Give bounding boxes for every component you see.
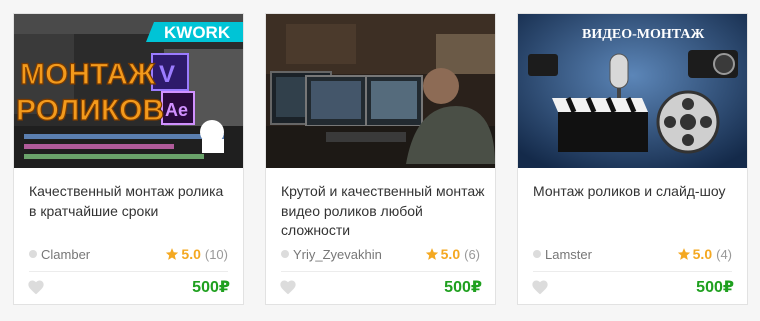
montage-promo-image: KWORK V Ae МОНТАЖ РОЛИКОВ — [14, 14, 243, 168]
review-count: (4) — [716, 246, 732, 262]
rating: 5.0 (6) — [425, 246, 480, 262]
seller[interactable]: Clamber — [29, 247, 90, 262]
star-icon — [425, 248, 438, 260]
gig-thumbnail[interactable]: ВИДЕО-МОНТАЖ — [518, 14, 747, 168]
gig-meta: Yriy_Zyevakhin 5.0 (6) — [281, 245, 480, 263]
card-divider — [281, 271, 480, 272]
gig-title[interactable]: Качественный монтаж ролика в кратчайшие … — [29, 182, 234, 221]
gig-price: 500₽ — [192, 279, 230, 296]
review-count: (6) — [464, 246, 480, 262]
gig-card[interactable]: ВИДЕО-МОНТАЖ Монтаж роликов и слайд-шоу … — [517, 13, 748, 305]
gig-title[interactable]: Монтаж роликов и слайд-шоу — [533, 182, 738, 202]
card-divider — [533, 271, 732, 272]
seller-name[interactable]: Clamber — [41, 247, 90, 262]
seller-name[interactable]: Lamster — [545, 247, 592, 262]
seller-status-dot — [533, 250, 541, 258]
caption-text: ВИДЕО-МОНТАЖ — [582, 27, 704, 42]
video-montage-equipment-image: ВИДЕО-МОНТАЖ — [518, 14, 747, 168]
gig-price: 500₽ — [444, 279, 482, 296]
promo-line-2: РОЛИКОВ — [16, 94, 164, 127]
review-count: (10) — [204, 246, 228, 262]
seller-status-dot — [29, 250, 37, 258]
gig-card-list: KWORK V Ae МОНТАЖ РОЛИКОВ Качественный м… — [13, 13, 748, 305]
rating-score: 5.0 — [692, 246, 713, 262]
video-editor-photo — [266, 14, 495, 168]
gig-footer: 500₽ — [531, 277, 734, 297]
seller-name[interactable]: Yriy_Zyevakhin — [293, 247, 382, 262]
heart-icon[interactable] — [27, 279, 45, 295]
card-divider — [29, 271, 228, 272]
star-icon — [166, 248, 179, 260]
rating: 5.0 (10) — [165, 246, 228, 262]
rating-score: 5.0 — [181, 246, 201, 262]
gig-card[interactable]: Крутой и качественный монтаж видео ролик… — [265, 13, 496, 305]
gig-title[interactable]: Крутой и качественный монтаж видео ролик… — [281, 182, 486, 241]
svg-text:Ae: Ae — [165, 100, 188, 120]
gig-footer: 500₽ — [279, 277, 482, 297]
rating-score: 5.0 — [440, 246, 461, 262]
gig-footer: 500₽ — [27, 277, 230, 297]
gig-meta: Clamber 5.0 (10) — [29, 245, 228, 263]
seller[interactable]: Lamster — [533, 247, 592, 262]
heart-icon[interactable] — [531, 279, 549, 295]
gig-meta: Lamster 5.0 (4) — [533, 245, 732, 263]
gig-price: 500₽ — [696, 279, 734, 296]
heart-icon[interactable] — [279, 279, 297, 295]
promo-line-1: МОНТАЖ — [20, 58, 156, 91]
brand-label: KWORK — [164, 23, 231, 42]
rating: 5.0 (4) — [677, 246, 732, 262]
gig-card[interactable]: KWORK V Ae МОНТАЖ РОЛИКОВ Качественный м… — [13, 13, 244, 305]
seller[interactable]: Yriy_Zyevakhin — [281, 247, 382, 262]
seller-status-dot — [281, 250, 289, 258]
gig-thumbnail[interactable]: KWORK V Ae МОНТАЖ РОЛИКОВ — [14, 14, 243, 168]
star-icon — [677, 248, 690, 260]
gig-thumbnail[interactable] — [266, 14, 495, 168]
svg-text:V: V — [159, 61, 175, 88]
